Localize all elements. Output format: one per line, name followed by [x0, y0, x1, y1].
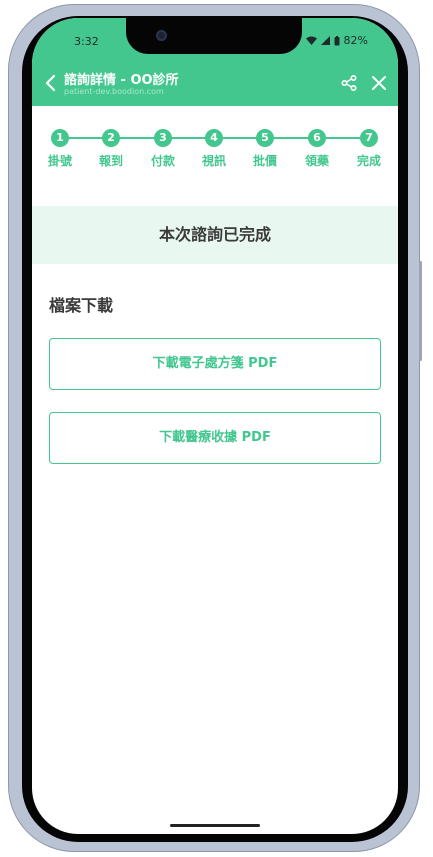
notch	[126, 18, 302, 54]
step-number: 1	[51, 129, 69, 147]
close-icon[interactable]	[370, 74, 388, 92]
completion-banner: 本次諮詢已完成	[32, 206, 398, 264]
step-label: 付款	[150, 154, 175, 168]
wifi-icon	[305, 36, 317, 45]
step-7: 7 完成	[349, 128, 389, 169]
step-label: 完成	[356, 154, 381, 168]
step-5: 5 批價	[245, 128, 285, 169]
signal-icon	[320, 36, 330, 45]
step-label: 視訊	[201, 154, 226, 168]
step-number: 7	[360, 129, 378, 147]
share-icon[interactable]	[340, 74, 358, 92]
download-receipt-button[interactable]: 下載醫療收據 PDF	[49, 412, 381, 464]
status-indicators: 82%	[305, 34, 368, 47]
screen: 3:32 82% 諮詢詳情 - OO診所 patient-dev.boodion…	[32, 18, 398, 834]
status-bar: 3:32 82%	[32, 18, 398, 62]
side-button	[419, 261, 422, 361]
step-3: 3 付款	[143, 128, 183, 169]
step-number: 5	[256, 129, 274, 147]
download-prescription-button[interactable]: 下載電子處方箋 PDF	[49, 338, 381, 390]
page-url: patient-dev.boodion.com	[64, 87, 164, 96]
step-number: 6	[308, 129, 326, 147]
step-1: 1 掛號	[40, 128, 80, 169]
home-indicator[interactable]	[170, 824, 260, 827]
page-title: 諮詢詳情 - OO診所	[64, 73, 179, 88]
downloads-section-title: 檔案下載	[49, 296, 114, 315]
step-label: 批價	[252, 154, 277, 168]
step-6: 6 領藥	[297, 128, 337, 169]
status-time: 3:32	[74, 35, 99, 48]
battery-percent: 82%	[343, 34, 368, 47]
front-camera	[156, 30, 167, 41]
step-number: 3	[154, 129, 172, 147]
step-label: 掛號	[47, 154, 72, 168]
step-number: 4	[205, 129, 223, 147]
progress-stepper: 1 掛號 2 報到 3 付款 4 視訊 5 批價 6 領藥 7 完成	[32, 128, 398, 178]
app-bar: 諮詢詳情 - OO診所 patient-dev.boodion.com	[32, 62, 398, 106]
step-label: 領藥	[304, 154, 329, 168]
step-label: 報到	[98, 154, 123, 168]
back-arrow-icon[interactable]	[40, 72, 62, 94]
step-2: 2 報到	[91, 128, 131, 169]
battery-icon	[334, 35, 340, 45]
step-4: 4 視訊	[194, 128, 234, 169]
step-number: 2	[102, 129, 120, 147]
